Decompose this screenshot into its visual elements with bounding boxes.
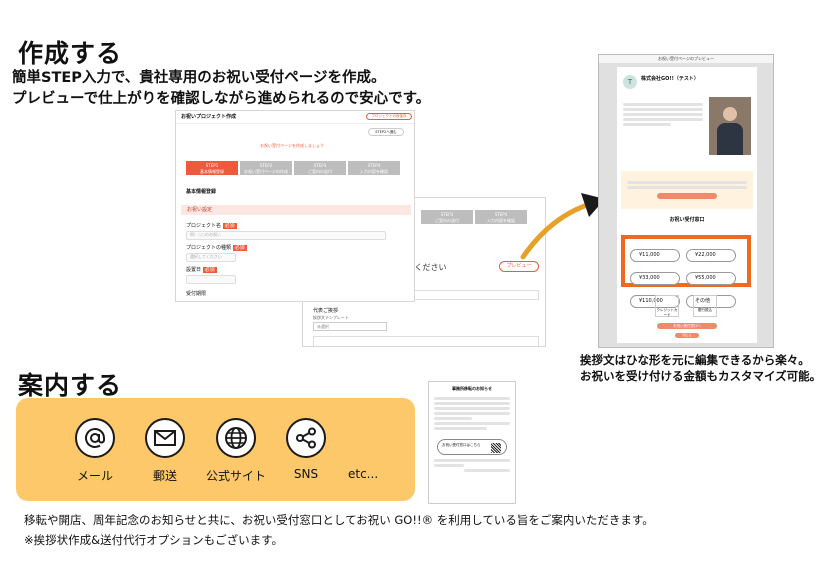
form-notice: お祝い受付ページを作成しましょう [260, 143, 324, 148]
qr-code-icon [491, 443, 501, 453]
guide-footer-line2: ※挨拶状作成&送付代行オプションもございます。 [24, 533, 283, 547]
step-3[interactable]: STEP3 ご案内の送付 [294, 161, 346, 175]
amount-option[interactable]: ¥55,000 [686, 272, 736, 285]
create-lead: 簡単STEP入力で、貴社専用のお祝い受付ページを作成。 プレビューで仕上がりを確… [12, 68, 430, 110]
step-4[interactable]: STEP4 入力内容を確認 [348, 161, 400, 175]
period-label: 受付期限 [186, 291, 207, 297]
project-type-select[interactable]: 選択してください [186, 253, 236, 262]
project-name-label: プロジェクト名 必須 [186, 223, 237, 229]
amount-option[interactable]: ¥11,000 [630, 249, 680, 262]
channel-banner: メール 郵送 公式サイト SNS etc... [16, 398, 415, 501]
project-name-input[interactable]: 例）○○のお祝い [186, 231, 386, 240]
amount-options: ¥11,000 ¥22,000 ¥33,000 ¥55,000 ¥110,000 その… [621, 235, 751, 308]
form-section-label: 基本情報登録 [186, 189, 217, 195]
form-divider [176, 123, 414, 124]
guide-footer: 移転や開店、周年記念のお知らせと共に、お祝い受付窓口としてお祝い GO!!® を… [24, 510, 654, 550]
give-title: お祝い受付窓口 [669, 217, 705, 223]
channel-email: メール [75, 418, 115, 484]
channel-label: 郵送 [152, 469, 177, 483]
channel-label: メール [76, 469, 113, 483]
template-label: 挨拶文テンプレート [313, 315, 349, 320]
form-steps: STEP1 基本情報登録 STEP2 お祝い受付ページの作成 STEP3 ご案内の送付… [186, 161, 402, 175]
back-step-3: STEP3 ご案内の送付 [421, 210, 473, 224]
step-1[interactable]: STEP1 基本情報登録 [186, 161, 238, 175]
cta-button[interactable]: お祝い受付窓口へ [657, 323, 717, 329]
form-title: お祝いプロジェクト作成 [181, 114, 237, 120]
share-icon [286, 418, 326, 458]
preview-page: T 株式会社GO!!（テスト） お祝い受付窓口 ¥11,000 ¥22,000 ¥… [617, 67, 757, 343]
company-name: 株式会社GO!!（テスト） [641, 76, 699, 82]
preview-caption: 挨拶文はひな形を元に編集できるから楽々。 お祝いを受け付ける金額もカスタマイズ可… [580, 352, 821, 384]
message-card [621, 171, 753, 209]
channel-post: 郵送 [145, 418, 185, 484]
create-lead-line2: プレビューで仕上がりを確認しながら進められるので安心です。 [12, 91, 431, 107]
guide-footer-line1: 移転や開店、周年記念のお知らせと共に、お祝い受付窓口としてお祝い GO!!® を… [24, 513, 654, 527]
channel-label: SNS [293, 467, 319, 481]
preview-caption-line2: お祝いを受け付ける金額もカスタマイズ可能。 [580, 369, 822, 383]
next-step-button[interactable]: STEP2へ進む [368, 128, 404, 136]
greeting-label: 代表ご挨拶 [313, 308, 339, 314]
channel-website: 公式サイト [206, 418, 266, 484]
pay-bank-option[interactable]: 銀行振込 [693, 295, 717, 317]
form-group-label: お祝い設定 [181, 205, 411, 215]
ceo-photo [709, 97, 751, 155]
back-steps: STEP3 ご案内の送付 STEP4 入力内容を確認 [421, 210, 529, 224]
mail-icon [145, 418, 185, 458]
form-screenshot: お祝いプロジェクト作成 プロジェクトの仮保存 STEP2へ進む お祝い受付ページ… [175, 110, 415, 302]
globe-icon [216, 418, 256, 458]
save-draft-button[interactable]: プロジェクトの仮保存 [366, 113, 412, 120]
channel-etc: etc... [348, 467, 379, 481]
amount-option[interactable]: ¥22,000 [686, 249, 736, 262]
step-2[interactable]: STEP2 お祝い受付ページの作成 [240, 161, 292, 175]
letter-document: 事務所移転のお知らせ お祝い受付窓口はこちら [428, 381, 516, 504]
at-icon [75, 418, 115, 458]
greeting-textarea[interactable] [313, 336, 539, 346]
create-section-title: 作成する [18, 39, 123, 68]
back-field[interactable] [413, 290, 539, 300]
letter-qr-box: お祝い受付窓口はこちら [437, 439, 507, 455]
create-lead-line1: 簡単STEP入力で、貴社専用のお祝い受付ページを作成。 [12, 70, 386, 86]
letter-body [429, 392, 515, 435]
amount-option[interactable]: ¥33,000 [630, 272, 680, 285]
template-select[interactable]: 未選択 [313, 322, 387, 331]
greeting-lines [623, 101, 703, 128]
company-avatar: T [623, 75, 637, 89]
date-label: 設置日 必須 [186, 267, 217, 273]
pay-card-option[interactable]: クレジットカード [655, 295, 679, 317]
channel-label: 公式サイト [206, 469, 267, 483]
close-button[interactable]: 閉じる [675, 333, 699, 338]
project-type-label: プロジェクトの種類 必須 [186, 245, 247, 251]
guide-section-title: 案内する [18, 371, 123, 400]
flow-arrow-icon [520, 193, 605, 260]
letter-footer [429, 459, 515, 472]
preview-title: お祝い受付ページのプレビュー [599, 55, 773, 63]
preview-caption-line1: 挨拶文はひな形を元に編集できるから楽々。 [580, 353, 810, 367]
channel-sns: SNS [286, 418, 326, 481]
date-input[interactable] [186, 275, 236, 284]
preview-screenshot: お祝い受付ページのプレビュー T 株式会社GO!!（テスト） お祝い受付窓口 ¥… [598, 54, 774, 348]
